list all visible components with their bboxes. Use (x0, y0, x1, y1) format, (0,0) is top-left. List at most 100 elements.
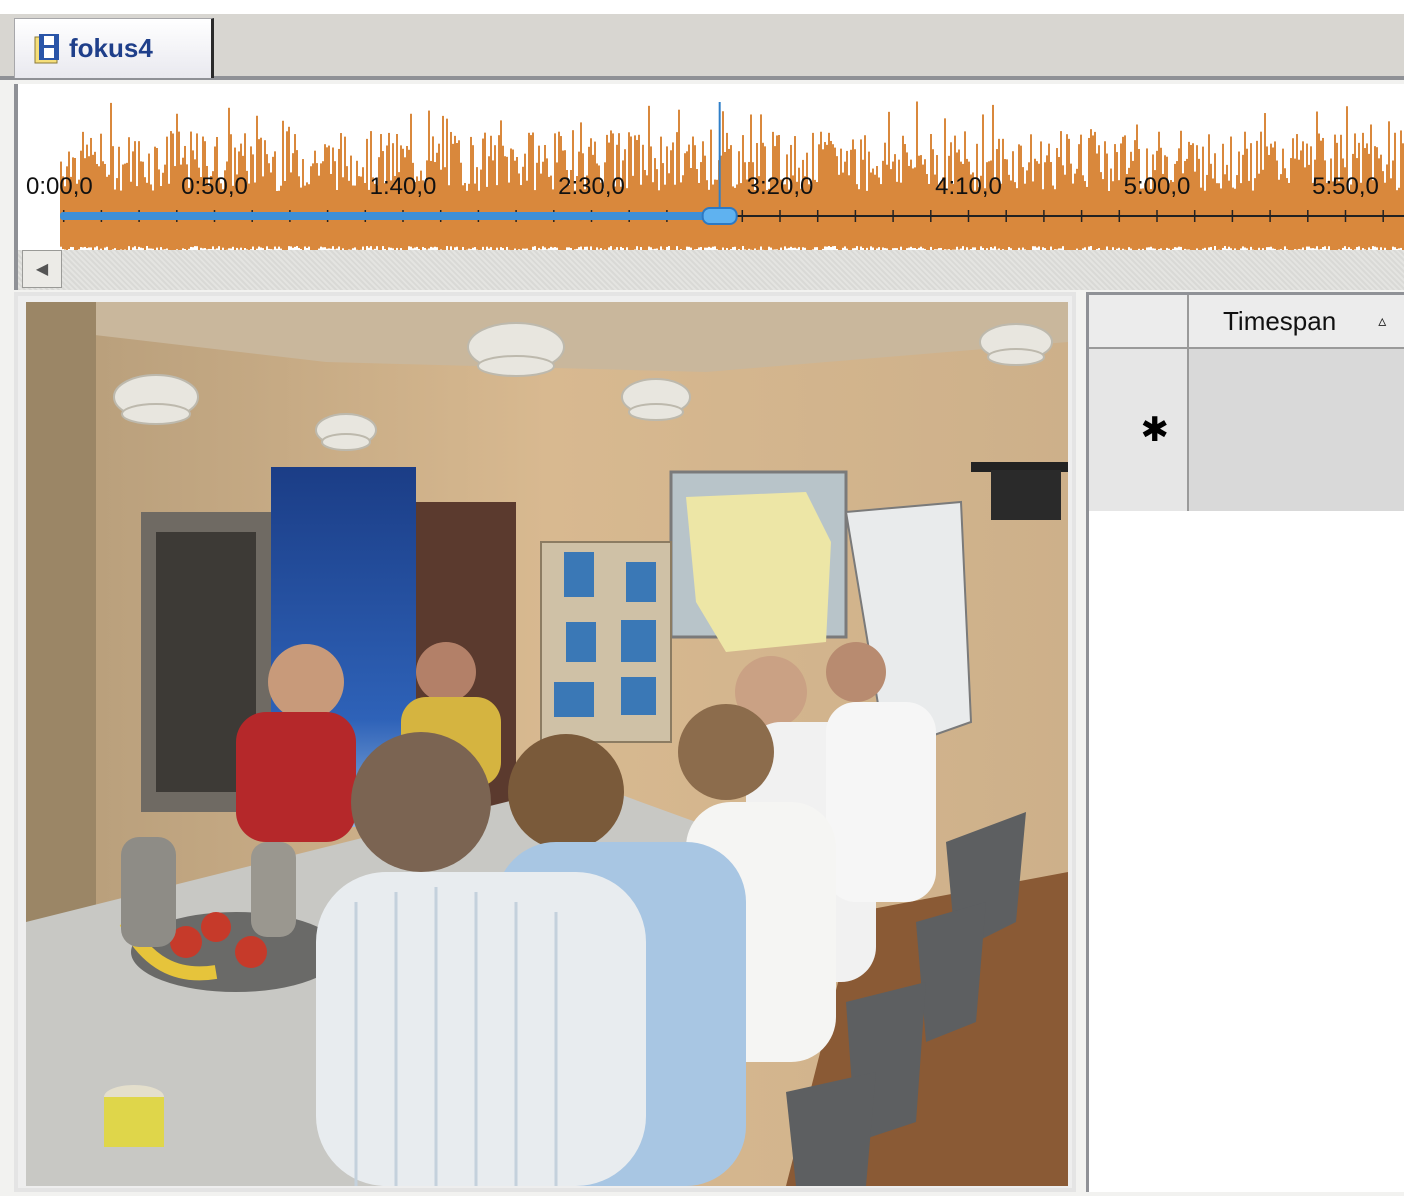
waveform-bar (912, 168, 914, 249)
waveform-bar (876, 166, 878, 249)
waveform-bar (292, 153, 294, 248)
waveform-bar (648, 105, 650, 247)
waveform-bar (836, 156, 838, 249)
waveform-bar (544, 144, 546, 248)
waveform-bar (684, 153, 686, 251)
waveform-bar (820, 131, 822, 252)
waveform-bar (582, 153, 584, 250)
waveform-bar (356, 160, 358, 250)
waveform-bar (906, 152, 908, 249)
waveform-bar (1130, 151, 1132, 249)
waveform-bar (1056, 148, 1058, 250)
waveform-bar (272, 156, 274, 250)
waveform-bar (1294, 158, 1296, 250)
video-frame[interactable] (26, 302, 1068, 1186)
waveform-bar (1210, 163, 1212, 247)
grid-new-row[interactable]: ✱ (1089, 349, 1404, 511)
waveform-bar (1222, 143, 1224, 248)
waveform-bar (1156, 150, 1158, 251)
waveform-bar (642, 144, 644, 251)
waveform-bar (1272, 147, 1274, 249)
waveform-bar (662, 163, 664, 250)
waveform-bar (466, 190, 468, 250)
tab-fokus4[interactable]: fokus4 (14, 18, 214, 78)
new-row-indicator[interactable]: ✱ (1089, 349, 1189, 511)
column-header-timespan[interactable]: Timespan ▵ (1189, 295, 1404, 347)
waveform-bar (290, 172, 292, 247)
waveform-bar (1388, 121, 1390, 251)
waveform-bar (476, 167, 478, 250)
waveform-bar (274, 151, 276, 247)
waveform-bar (164, 164, 166, 250)
waveform-bar (332, 147, 334, 247)
waveform-bar (454, 135, 456, 248)
waveform-bar (690, 167, 692, 248)
waveform-bar (1244, 131, 1246, 248)
waveform-bar (660, 136, 662, 247)
waveform-bar (858, 189, 860, 251)
waveform-bar (1020, 145, 1022, 250)
tick-label: 0:00,0 (26, 173, 93, 200)
waveform-bar (1386, 164, 1388, 251)
waveform-bar (730, 145, 732, 250)
waveform-bar (1100, 172, 1102, 251)
waveform-bar (1242, 154, 1244, 247)
waveform-bar (166, 136, 168, 249)
waveform-bar (1004, 159, 1006, 250)
waveform-bar (1238, 151, 1240, 252)
waveform-bar (1286, 178, 1288, 250)
waveform-bar (404, 157, 406, 251)
waveform-bar (482, 138, 484, 247)
waveform-bar (724, 152, 726, 252)
waveform-bar (592, 154, 594, 252)
waveform-bar (350, 155, 352, 250)
scroll-left-button[interactable]: ◀ (22, 250, 62, 288)
waveform-bar (170, 131, 172, 251)
waveform-bar (872, 168, 874, 248)
waveform-bar (156, 147, 158, 248)
waveform-bar (456, 143, 458, 247)
waveform-bar (268, 163, 270, 249)
waveform-bar (328, 145, 330, 249)
waveform-bar (922, 164, 924, 249)
waveform-bar (1274, 141, 1276, 249)
waveform-bar (442, 115, 444, 251)
waveform-bar (1028, 162, 1030, 252)
waveform-bar (1050, 162, 1052, 247)
waveform-bar (926, 174, 928, 252)
waveform-bar (270, 172, 272, 250)
waveform-bar (628, 132, 630, 251)
waveform-bar (256, 115, 258, 249)
waveform-bar (1400, 130, 1402, 248)
grid-corner-cell[interactable] (1089, 295, 1189, 347)
waveform-bar (666, 146, 668, 247)
timeline-scrollbar[interactable] (18, 250, 1404, 290)
audio-timeline[interactable]: 0:00,0 0:50,0 1:40,0 2:30,0 3:20,0 4:10,0 5:00… (14, 84, 1404, 290)
waveform-bar (728, 148, 730, 251)
waveform-bar (884, 142, 886, 249)
waveform-bar (1368, 153, 1370, 248)
waveform-bar (1034, 158, 1036, 247)
waveform-bar (1094, 131, 1096, 251)
waveform-bar (1018, 144, 1020, 248)
waveform-bar (624, 149, 626, 252)
timespan-cell[interactable] (1189, 349, 1404, 511)
waveform-bar (1206, 174, 1208, 251)
waveform-bar (94, 151, 96, 248)
waveform-bar (910, 159, 912, 247)
waveform-bar (514, 160, 516, 249)
waveform-bar (848, 175, 850, 252)
waveform-bar (282, 120, 284, 252)
waveform-bar (134, 141, 136, 247)
waveform-bar (148, 153, 150, 249)
waveform-bar (562, 150, 564, 252)
waveform[interactable]: 0:00,0 0:50,0 1:40,0 2:30,0 3:20,0 4:10,0 5:00… (18, 84, 1404, 254)
waveform-bar (158, 169, 160, 252)
waveform-bar (838, 174, 840, 252)
waveform-bar (140, 161, 142, 248)
waveform-bar (98, 166, 100, 250)
waveform-bar (1356, 158, 1358, 248)
waveform-bar (1084, 181, 1086, 248)
waveform-bar (726, 132, 728, 248)
waveform-bar (814, 179, 816, 248)
